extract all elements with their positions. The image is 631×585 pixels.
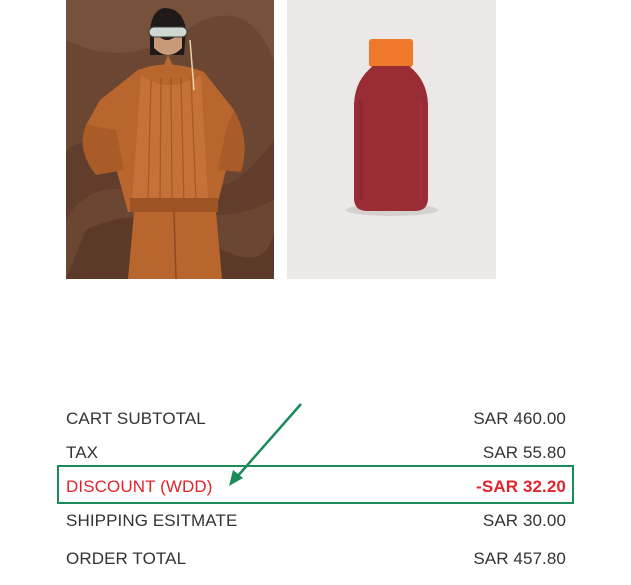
shipping-estimate-row: SHIPPING ESITMATE SAR 30.00 [66, 509, 566, 533]
order-total-label: ORDER TOTAL [66, 549, 187, 568]
order-total-row: ORDER TOTAL SAR 457.80 [66, 547, 566, 571]
discount-value: -SAR 32.20 [476, 477, 566, 496]
shipping-estimate-value: SAR 30.00 [482, 511, 566, 530]
bottle-illustration [287, 0, 496, 279]
tax-value: SAR 55.80 [482, 443, 566, 462]
jacket-illustration [66, 0, 274, 279]
jacket-product-image[interactable] [66, 0, 274, 279]
discount-label: DISCOUNT (WDD) [66, 477, 213, 496]
shipping-estimate-label: SHIPPING ESITMATE [66, 511, 238, 530]
cart-subtotal-value: SAR 460.00 [473, 409, 566, 428]
tax-row: TAX SAR 55.80 [66, 441, 566, 465]
order-total-value: SAR 457.80 [473, 549, 566, 568]
cart-subtotal-row: CART SUBTOTAL SAR 460.00 [66, 407, 566, 431]
discount-row: DISCOUNT (WDD) -SAR 32.20 [66, 475, 566, 499]
tax-label: TAX [66, 443, 99, 462]
bottle-product-image[interactable] [287, 0, 496, 279]
cart-subtotal-label: CART SUBTOTAL [66, 409, 206, 428]
